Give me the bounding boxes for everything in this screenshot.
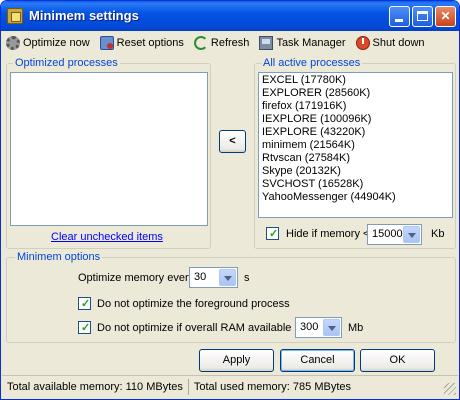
task-manager-button[interactable]: Task Manager [259, 36, 346, 50]
task-manager-icon [259, 36, 274, 50]
optimize-now-label: Optimize now [23, 37, 90, 49]
hide-if-memory-label: Hide if memory < [286, 228, 370, 240]
move-left-label: < [229, 135, 236, 147]
process-item[interactable]: Skype (20132K) [259, 165, 452, 178]
shut-down-label: Shut down [372, 37, 425, 49]
process-item[interactable]: IEXPLORE (43220K) [259, 126, 452, 139]
hide-memory-threshold-select[interactable]: 15000 [367, 224, 422, 245]
process-item[interactable]: EXPLORER (28560K) [259, 87, 452, 100]
ram-available-label: Do not optimize if overall RAM available… [97, 322, 301, 334]
active-processes-list[interactable]: EXCEL (17780K) EXPLORER (28560K) firefox… [258, 72, 453, 218]
check-icon: ✓ [81, 322, 91, 334]
optimize-every-label: Optimize memory every [78, 272, 195, 284]
chevron-down-icon[interactable] [403, 226, 420, 243]
optimize-interval-unit: s [244, 272, 250, 284]
ram-threshold-unit: Mb [348, 322, 364, 334]
status-bar: Total available memory: 110 MBytes Total… [2, 375, 458, 397]
clear-unchecked-link[interactable]: Clear unchecked items [51, 231, 163, 243]
cancel-label: Cancel [300, 354, 335, 366]
close-icon: ✕ [440, 9, 451, 23]
ram-threshold-select[interactable]: 300 [295, 317, 342, 338]
refresh-icon [193, 36, 208, 50]
process-item[interactable]: SVCHOST (16528K) [259, 178, 452, 191]
close-button[interactable]: ✕ [435, 6, 456, 27]
process-item[interactable]: YahooMessenger (44904K) [259, 191, 452, 204]
chevron-down-icon[interactable] [323, 319, 340, 336]
task-manager-label: Task Manager [276, 37, 346, 49]
window-title: Minimem settings [29, 8, 139, 23]
chevron-down-icon[interactable] [219, 269, 236, 286]
apply-label: Apply [222, 354, 251, 366]
optimize-interval-select[interactable]: 30 [189, 267, 238, 288]
check-icon: ✓ [81, 298, 91, 310]
hide-if-memory-checkbox[interactable]: ✓ [266, 227, 279, 240]
ram-threshold-value: 300 [300, 321, 319, 333]
optimized-processes-label: Optimized processes [13, 57, 120, 69]
optimized-processes-list[interactable] [10, 72, 208, 226]
foreground-label: Do not optimize the foreground process [97, 298, 290, 310]
gear-icon [6, 36, 20, 50]
minimem-settings-window: Minimem settings ✕ Optimize now Reset op… [0, 0, 460, 400]
ram-available-checkbox[interactable]: ✓ [78, 321, 91, 334]
reset-icon [99, 36, 114, 50]
hide-memory-unit: Kb [431, 228, 445, 240]
cancel-button[interactable]: Cancel [280, 349, 355, 372]
app-icon [7, 8, 23, 24]
refresh-label: Refresh [210, 37, 250, 49]
maximize-icon [417, 11, 428, 21]
minimize-icon [395, 19, 403, 22]
shut-down-button[interactable]: Shut down [355, 36, 425, 50]
refresh-button[interactable]: Refresh [193, 36, 250, 50]
resize-grip-icon[interactable] [444, 383, 456, 395]
process-item[interactable]: IEXPLORE (100096K) [259, 113, 452, 126]
reset-options-button[interactable]: Reset options [99, 36, 184, 50]
process-item[interactable]: firefox (171916K) [259, 100, 452, 113]
maximize-button[interactable] [412, 6, 433, 27]
ok-button[interactable]: OK [360, 349, 435, 372]
optimize-now-button[interactable]: Optimize now [6, 36, 90, 50]
process-item[interactable]: EXCEL (17780K) [259, 74, 452, 87]
process-item[interactable]: minimem (21564K) [259, 139, 452, 152]
optimize-interval-value: 30 [194, 271, 207, 283]
process-item[interactable]: Rtvscan (27584K) [259, 152, 452, 165]
toolbar: Optimize now Reset options Refresh Task … [2, 32, 458, 54]
minimize-button[interactable] [389, 6, 410, 27]
check-icon: ✓ [269, 228, 279, 240]
used-memory-status: Total used memory: 785 MBytes [193, 380, 351, 393]
foreground-checkbox[interactable]: ✓ [78, 297, 91, 310]
reset-options-label: Reset options [116, 37, 184, 49]
move-to-optimized-button[interactable]: < [219, 130, 246, 153]
hide-memory-value: 15000 [372, 228, 403, 240]
power-icon [355, 36, 370, 50]
available-memory-status: Total available memory: 110 MBytes [7, 380, 183, 393]
title-bar[interactable]: Minimem settings ✕ [1, 1, 459, 31]
active-processes-label: All active processes [261, 57, 363, 69]
minimem-options-label: Minimem options [15, 251, 103, 263]
ok-label: OK [389, 354, 406, 366]
apply-button[interactable]: Apply [199, 349, 274, 372]
